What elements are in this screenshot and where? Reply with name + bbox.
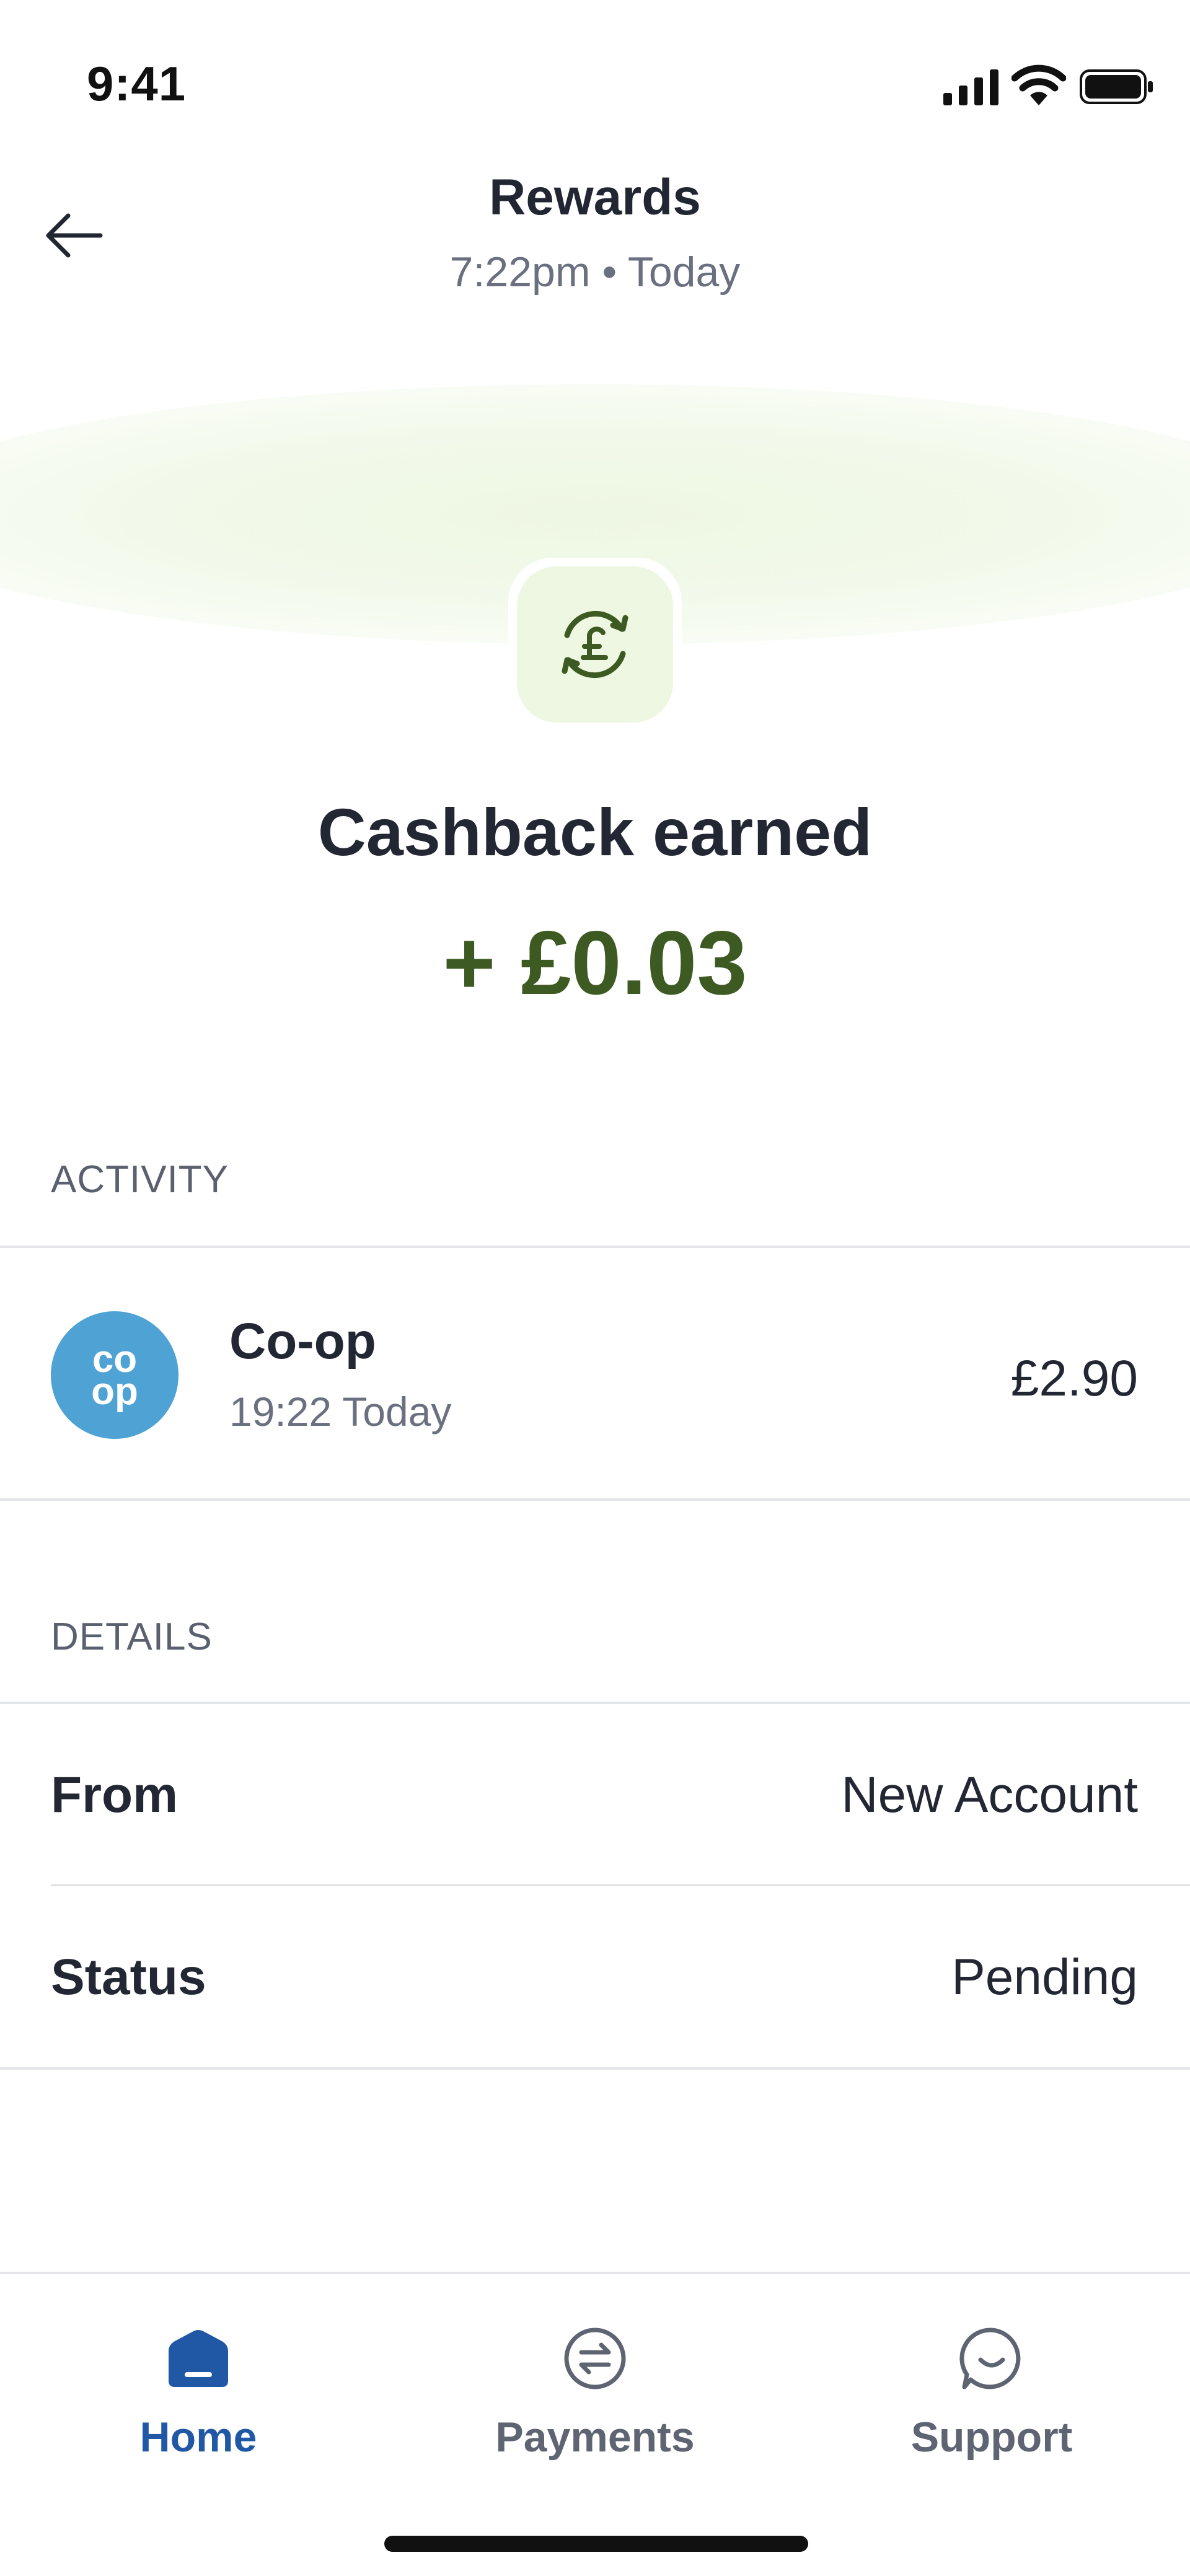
detail-row-status: Status Pending: [0, 1886, 1190, 2066]
detail-row-from: From New Account: [0, 1704, 1190, 1884]
activity-divider-top: [0, 1246, 1190, 1248]
rewards-screen: 9:41 Rewards 7:22pm • Today Cashback ear…: [0, 0, 1190, 2576]
detail-value-from: New Account: [841, 1767, 1138, 1823]
home-icon-wrap: [161, 2321, 236, 2396]
status-bar: 9:41: [0, 0, 1190, 143]
payments-icon-wrap: [558, 2321, 632, 2396]
details-divider-bottom: [0, 2067, 1190, 2070]
cashback-title: Cashback earned: [317, 794, 873, 869]
activity-row-coop[interactable]: co op Co-op 19:22 Today £2.90: [0, 1251, 1190, 1498]
home-indicator[interactable]: [384, 2536, 808, 2552]
support-icon-wrap: [954, 2321, 1029, 2396]
detail-label-from: From: [51, 1767, 178, 1823]
merchant-name: Co-op: [229, 1313, 376, 1369]
wifi-icon: [1011, 64, 1066, 105]
home-icon: [169, 2330, 228, 2387]
support-chat-icon: [959, 2328, 1021, 2389]
pound-refresh-icon: [562, 610, 628, 679]
status-time: 9:41: [87, 56, 187, 111]
coop-logo: co op: [51, 1311, 178, 1439]
cashback-tile: [508, 558, 682, 731]
battery-icon: [1080, 69, 1153, 104]
cashback-amount: + £0.03: [443, 912, 747, 1013]
page-subtitle: 7:22pm • Today: [449, 248, 741, 296]
tab-home-label: Home: [139, 2414, 257, 2461]
merchant-time: 19:22 Today: [229, 1389, 452, 1435]
coop-logo-mark: co op: [91, 1338, 138, 1413]
page-title: Rewards: [489, 169, 701, 226]
detail-label-status: Status: [51, 1949, 206, 2005]
signal-icon: [943, 69, 998, 105]
tab-home[interactable]: Home: [0, 2299, 397, 2485]
tab-bar: Home Payments Support: [0, 2272, 1190, 2576]
detail-value-status: Pending: [951, 1949, 1138, 2005]
tab-payments-label: Payments: [495, 2414, 695, 2461]
payments-icon: [564, 2328, 626, 2389]
coop-logo-bottom: op: [91, 1370, 138, 1413]
cashback-tile-inner: [517, 566, 673, 723]
merchant-amount: £2.90: [1010, 1350, 1138, 1407]
tab-payments[interactable]: Payments: [397, 2299, 793, 2485]
tab-support-label: Support: [910, 2414, 1073, 2461]
tab-support[interactable]: Support: [793, 2299, 1190, 2485]
details-section-label: DETAILS: [51, 1615, 213, 1658]
activity-divider-bottom: [0, 1498, 1190, 1501]
activity-section-label: ACTIVITY: [51, 1158, 229, 1201]
